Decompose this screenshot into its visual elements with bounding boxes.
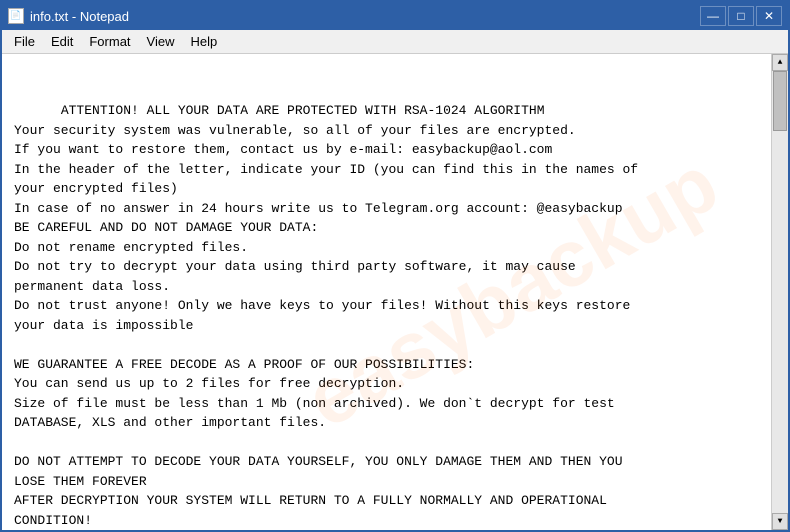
window-controls: — □ ✕ bbox=[700, 6, 782, 26]
content-area: easybackup ATTENTION! ALL YOUR DATA ARE … bbox=[2, 54, 788, 530]
title-bar-left: 📄 info.txt - Notepad bbox=[8, 8, 129, 24]
scroll-up-button[interactable]: ▲ bbox=[772, 54, 788, 71]
maximize-button[interactable]: □ bbox=[728, 6, 754, 26]
scrollbar-thumb[interactable] bbox=[773, 71, 787, 131]
menu-edit[interactable]: Edit bbox=[43, 32, 81, 51]
close-button[interactable]: ✕ bbox=[756, 6, 782, 26]
app-icon: 📄 bbox=[8, 8, 24, 24]
window-title: info.txt - Notepad bbox=[30, 9, 129, 24]
menu-bar: File Edit Format View Help bbox=[2, 30, 788, 54]
scrollbar-track[interactable] bbox=[772, 71, 788, 513]
notepad-window: 📄 info.txt - Notepad — □ ✕ File Edit For… bbox=[0, 0, 790, 532]
title-bar: 📄 info.txt - Notepad — □ ✕ bbox=[2, 2, 788, 30]
scroll-down-button[interactable]: ▼ bbox=[772, 513, 788, 530]
ransom-note-text: ATTENTION! ALL YOUR DATA ARE PROTECTED W… bbox=[14, 103, 638, 528]
menu-format[interactable]: Format bbox=[81, 32, 138, 51]
menu-file[interactable]: File bbox=[6, 32, 43, 51]
menu-help[interactable]: Help bbox=[182, 32, 225, 51]
scrollbar: ▲ ▼ bbox=[771, 54, 788, 530]
text-editor[interactable]: easybackup ATTENTION! ALL YOUR DATA ARE … bbox=[2, 54, 771, 530]
menu-view[interactable]: View bbox=[139, 32, 183, 51]
minimize-button[interactable]: — bbox=[700, 6, 726, 26]
